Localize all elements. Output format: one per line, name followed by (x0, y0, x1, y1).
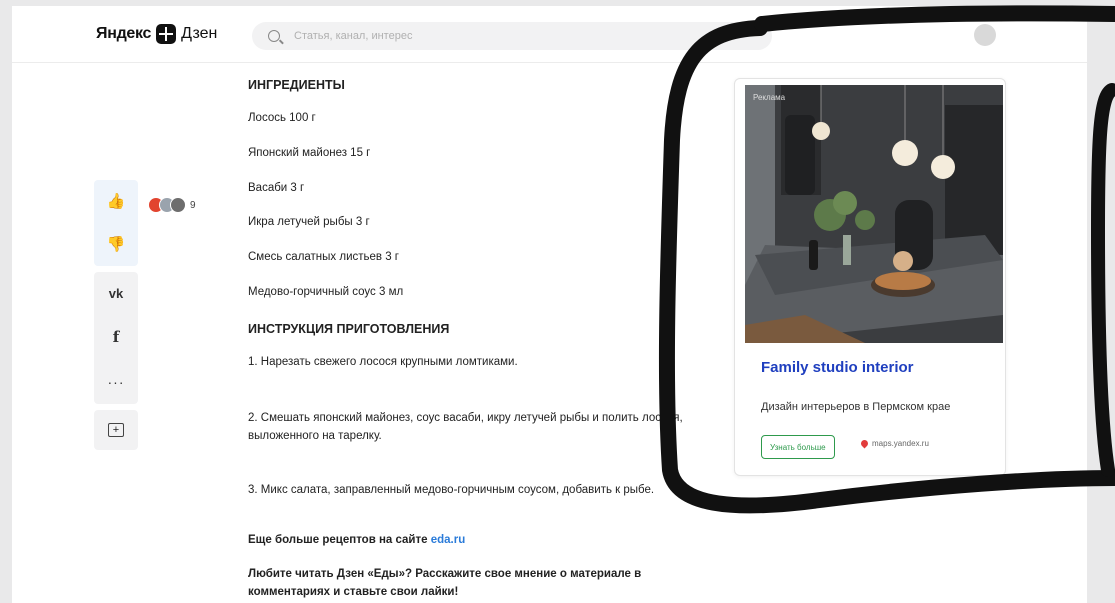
facebook-share-button[interactable]: f (113, 330, 119, 345)
location-pin-icon (859, 438, 870, 449)
avatar[interactable] (974, 24, 996, 46)
more-share-button[interactable]: ··· (108, 375, 125, 389)
ingredient-item: Икра летучей рыбы 3 г (248, 216, 370, 228)
ad-title[interactable]: Family studio interior (761, 359, 914, 376)
eda-link[interactable]: eda.ru (431, 534, 466, 546)
ad-card[interactable]: Реклама Family studio interior Дизайн ин… (734, 78, 1006, 476)
logo-product: Дзен (181, 25, 218, 42)
vk-share-button[interactable]: vk (109, 287, 123, 300)
ad-image[interactable]: Реклама (745, 85, 1003, 343)
ingredient-item: Смесь салатных листьев 3 г (248, 251, 399, 263)
ingredient-item: Медово-горчичный соус 3 мл (248, 286, 404, 298)
ingredient-item: Лосось 100 г (248, 112, 316, 124)
reactor-avatar (170, 197, 186, 213)
share-panel: vk f ··· (94, 272, 138, 404)
ingredients-heading: ИНГРЕДИЕНТЫ (248, 78, 345, 92)
instruction-step: 3. Микс салата, заправленный медово-горч… (248, 484, 655, 496)
reactions-panel: 👍 👎 (94, 180, 138, 266)
ad-domain[interactable]: maps.yandex.ru (859, 438, 929, 449)
more-recipes-text: Еще больше рецептов на сайте (248, 534, 431, 546)
page: Яндекс Дзен 👍 👎 9 vk f ··· + ИНГРЕДИЕНТЫ… (12, 6, 1087, 603)
logo-brand: Яндекс (96, 25, 152, 42)
ingredient-item: Васаби 3 г (248, 182, 305, 194)
learn-more-button[interactable]: Узнать больше (761, 435, 835, 459)
like-icon[interactable]: 👍 (107, 194, 126, 209)
like-count: 9 (190, 199, 196, 211)
more-recipes-line: Еще больше рецептов на сайте eda.ru (248, 532, 688, 550)
interior-photo (745, 85, 1003, 343)
dislike-icon[interactable]: 👎 (107, 237, 126, 252)
save-icon: + (108, 423, 124, 437)
ingredient-item: Японский майонез 15 г (248, 147, 371, 159)
reactors-group: 9 (148, 197, 196, 213)
search-bar[interactable] (252, 22, 772, 50)
header: Яндекс Дзен (12, 6, 1087, 63)
search-icon (268, 30, 280, 42)
instructions-heading: ИНСТРУКЦИЯ ПРИГОТОВЛЕНИЯ (248, 322, 450, 336)
search-input[interactable] (292, 29, 736, 43)
zen-logo-icon (156, 24, 177, 44)
instruction-step: 1. Нарезать свежего лосося крупными ломт… (248, 356, 518, 368)
logo[interactable]: Яндекс Дзен (96, 24, 217, 44)
instruction-step: 2. Смешать японский майонез, соус васаби… (248, 412, 683, 442)
ad-domain-text: maps.yandex.ru (872, 439, 929, 448)
ad-label: Реклама (753, 93, 786, 102)
closing-text: Любите читать Дзен «Еды»? Расскажите сво… (248, 568, 642, 598)
ad-description: Дизайн интерьеров в Пермском крае (761, 401, 951, 413)
save-button[interactable]: + (94, 410, 138, 450)
